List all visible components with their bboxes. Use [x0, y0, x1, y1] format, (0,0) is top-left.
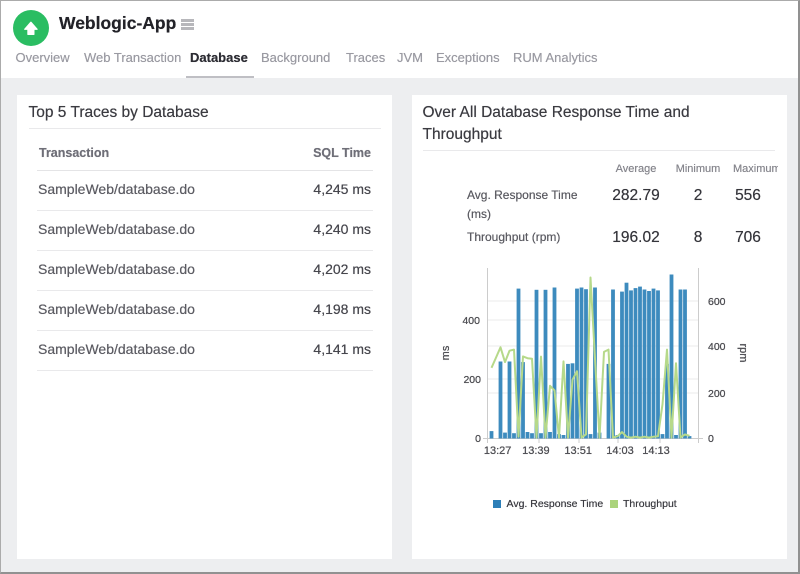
svg-text:400: 400	[708, 341, 726, 353]
svg-text:13:51: 13:51	[564, 445, 592, 457]
svg-text:200: 200	[708, 388, 726, 400]
svg-text:600: 600	[708, 296, 726, 308]
svg-text:200: 200	[463, 374, 481, 386]
svg-text:0: 0	[475, 433, 481, 445]
svg-text:rpm: rpm	[737, 344, 749, 363]
svg-text:14:13: 14:13	[642, 445, 670, 457]
svg-text:13:27: 13:27	[484, 445, 512, 457]
svg-text:ms: ms	[440, 345, 452, 360]
svg-text:400: 400	[462, 315, 480, 327]
svg-text:0: 0	[708, 433, 714, 445]
svg-text:13:39: 13:39	[522, 445, 550, 457]
svg-text:14:03: 14:03	[606, 445, 634, 457]
